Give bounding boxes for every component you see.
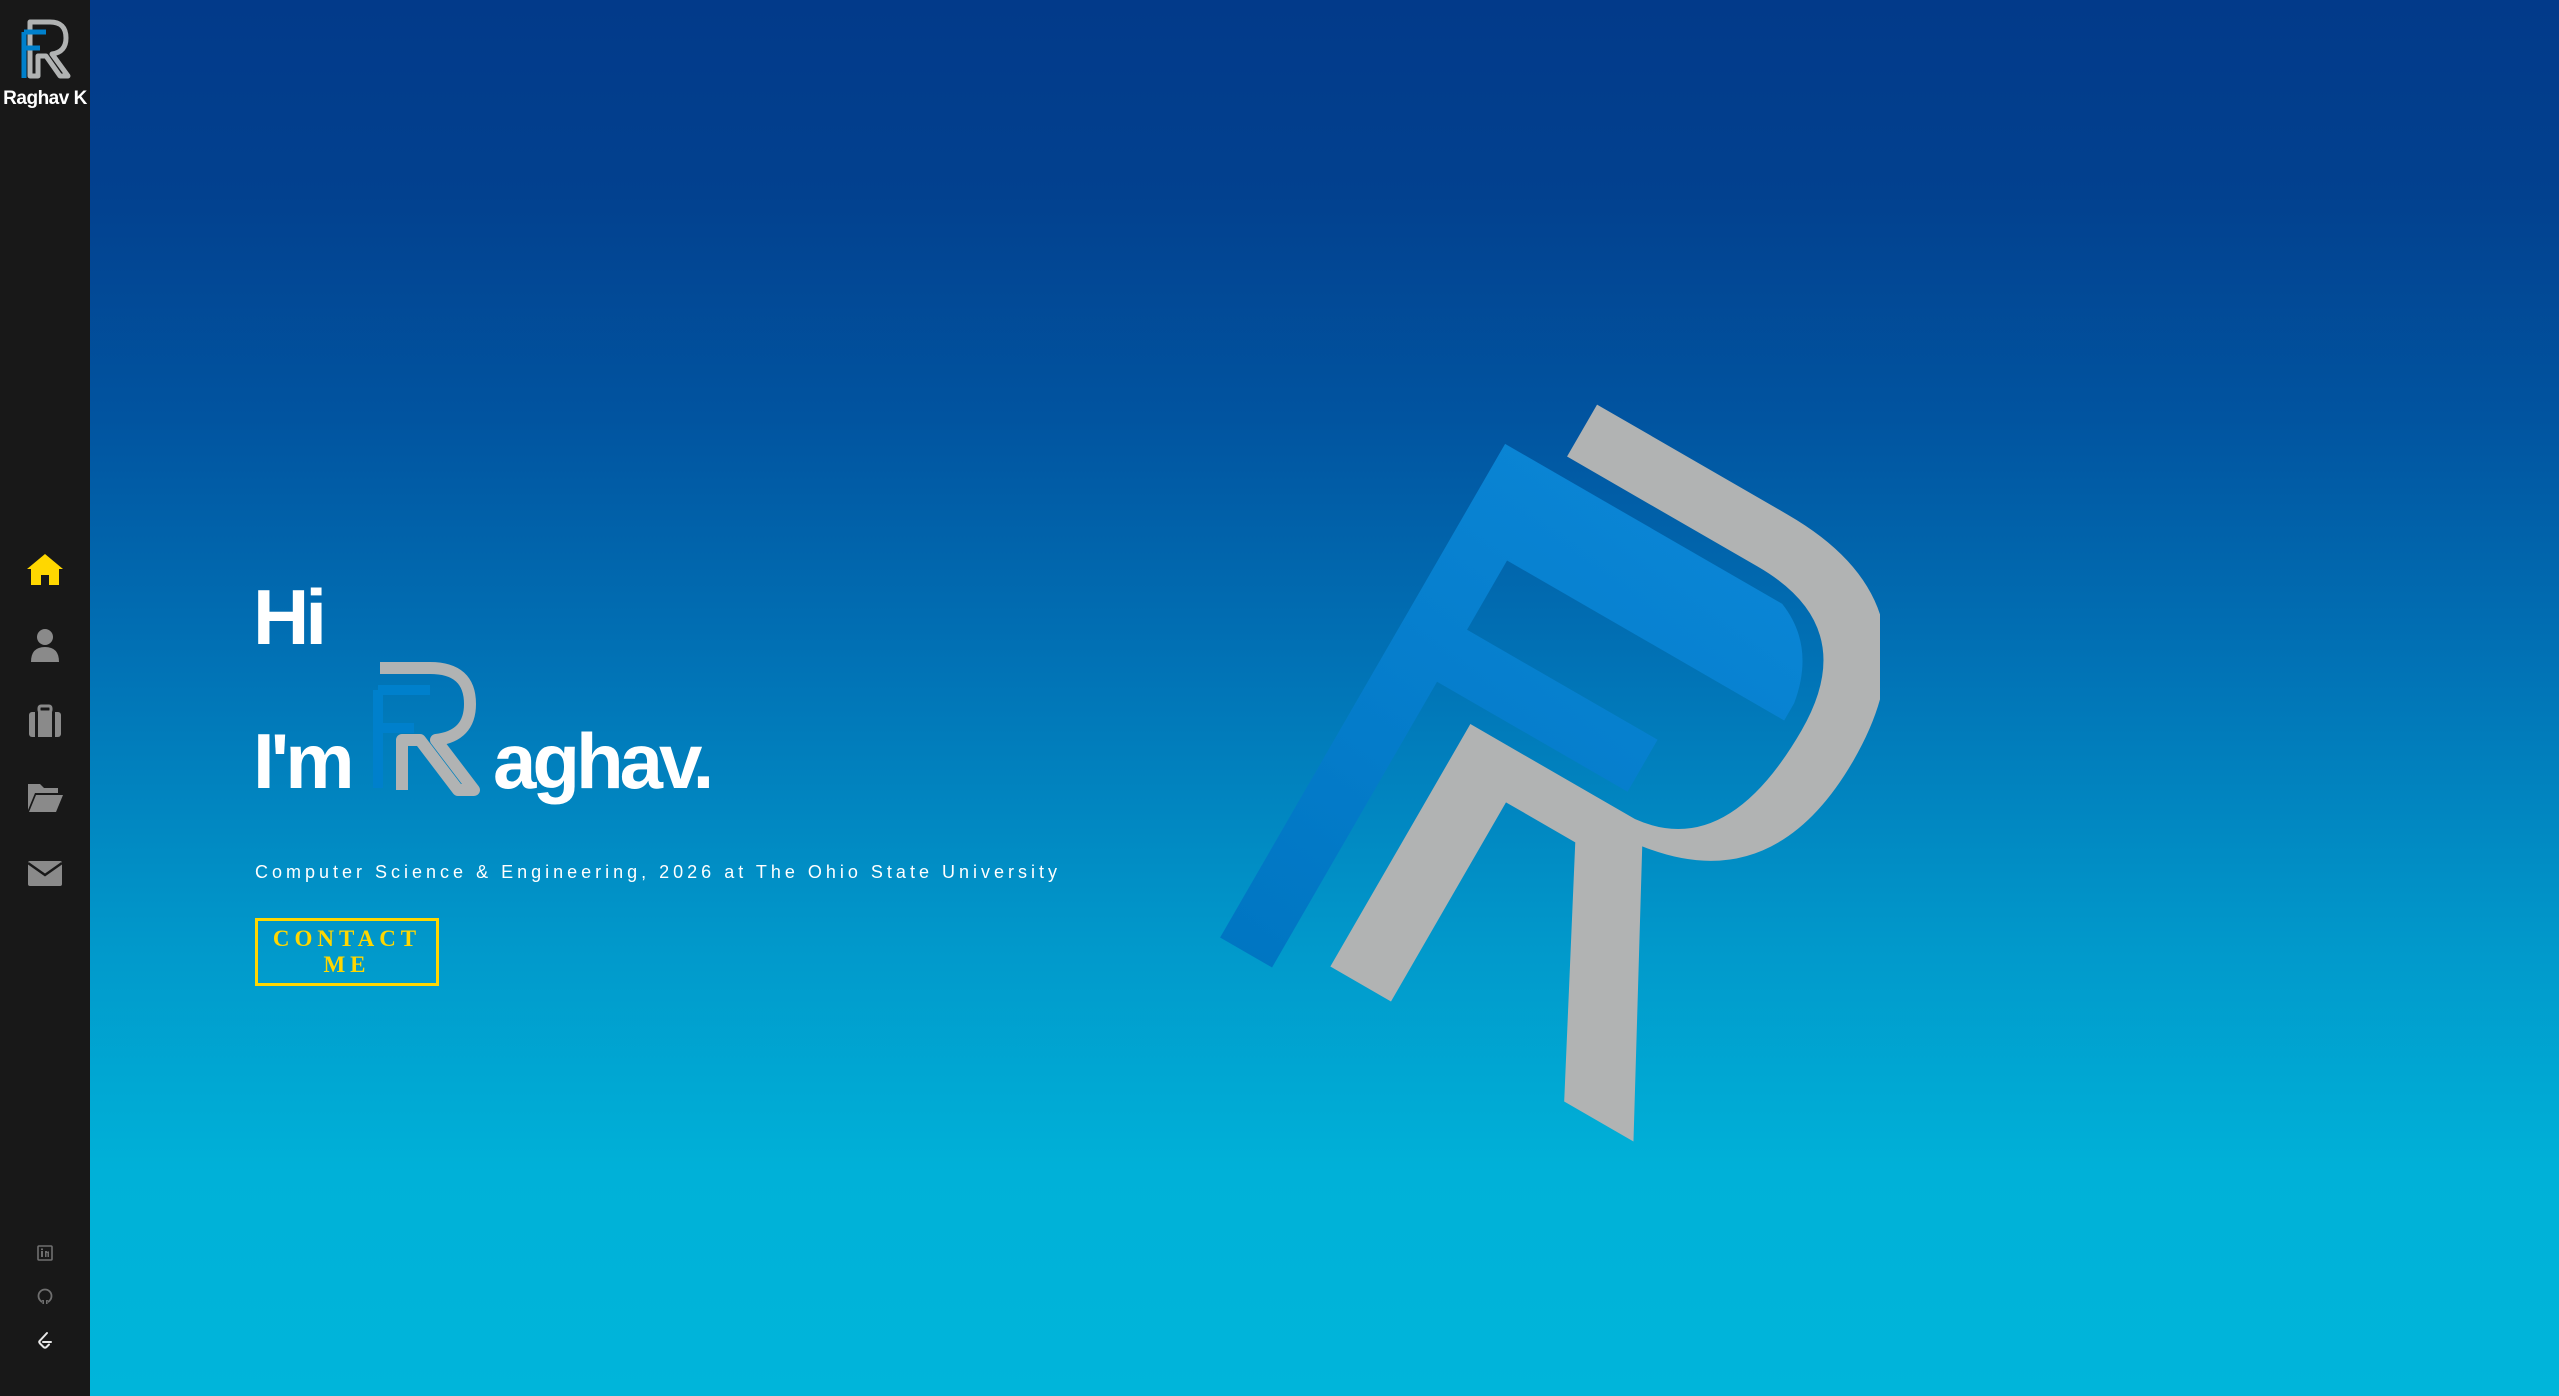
rk-monogram-hero-logo <box>1220 404 1880 1142</box>
github-icon <box>37 1288 53 1305</box>
social-links <box>0 1230 90 1362</box>
social-github[interactable] <box>0 1274 90 1318</box>
brand[interactable]: Raghav K <box>0 18 90 110</box>
greeting-heading: Hi <box>253 573 327 661</box>
nav-item-experience[interactable] <box>0 682 90 758</box>
user-icon <box>31 629 59 662</box>
hero-subtitle: Computer Science & Engineering, 2026 at … <box>255 862 1061 882</box>
portfolio-page: Raghav K Hi I'm aghav. Computer Science … <box>0 0 2559 1396</box>
sidebar-nav <box>0 530 90 910</box>
linkedin-icon <box>37 1245 53 1261</box>
rk-monogram-logo <box>21 19 71 79</box>
envelope-icon <box>27 861 63 886</box>
hero-section: Hi I'm aghav. Computer Science & Enginee… <box>90 0 2559 1396</box>
folder-open-icon <box>28 784 63 812</box>
social-linkedin[interactable] <box>0 1230 90 1274</box>
nav-item-home[interactable] <box>0 530 90 606</box>
nav-item-projects[interactable] <box>0 758 90 834</box>
sidebar: Raghav K <box>0 0 90 1396</box>
social-leetcode[interactable] <box>0 1318 90 1362</box>
rk-monogram-inline-logo <box>373 662 480 796</box>
nav-item-about[interactable] <box>0 606 90 682</box>
briefcase-icon <box>29 704 61 737</box>
name-heading: I'm aghav. <box>253 660 1153 800</box>
leetcode-icon <box>38 1332 52 1349</box>
contact-me-button[interactable]: CONTACT ME <box>255 918 439 986</box>
im-text: I'm <box>253 717 355 805</box>
nav-item-contact[interactable] <box>0 834 90 910</box>
name-rest-text: aghav. <box>493 717 714 805</box>
home-icon <box>27 554 63 585</box>
brand-name: Raghav K <box>3 88 87 109</box>
